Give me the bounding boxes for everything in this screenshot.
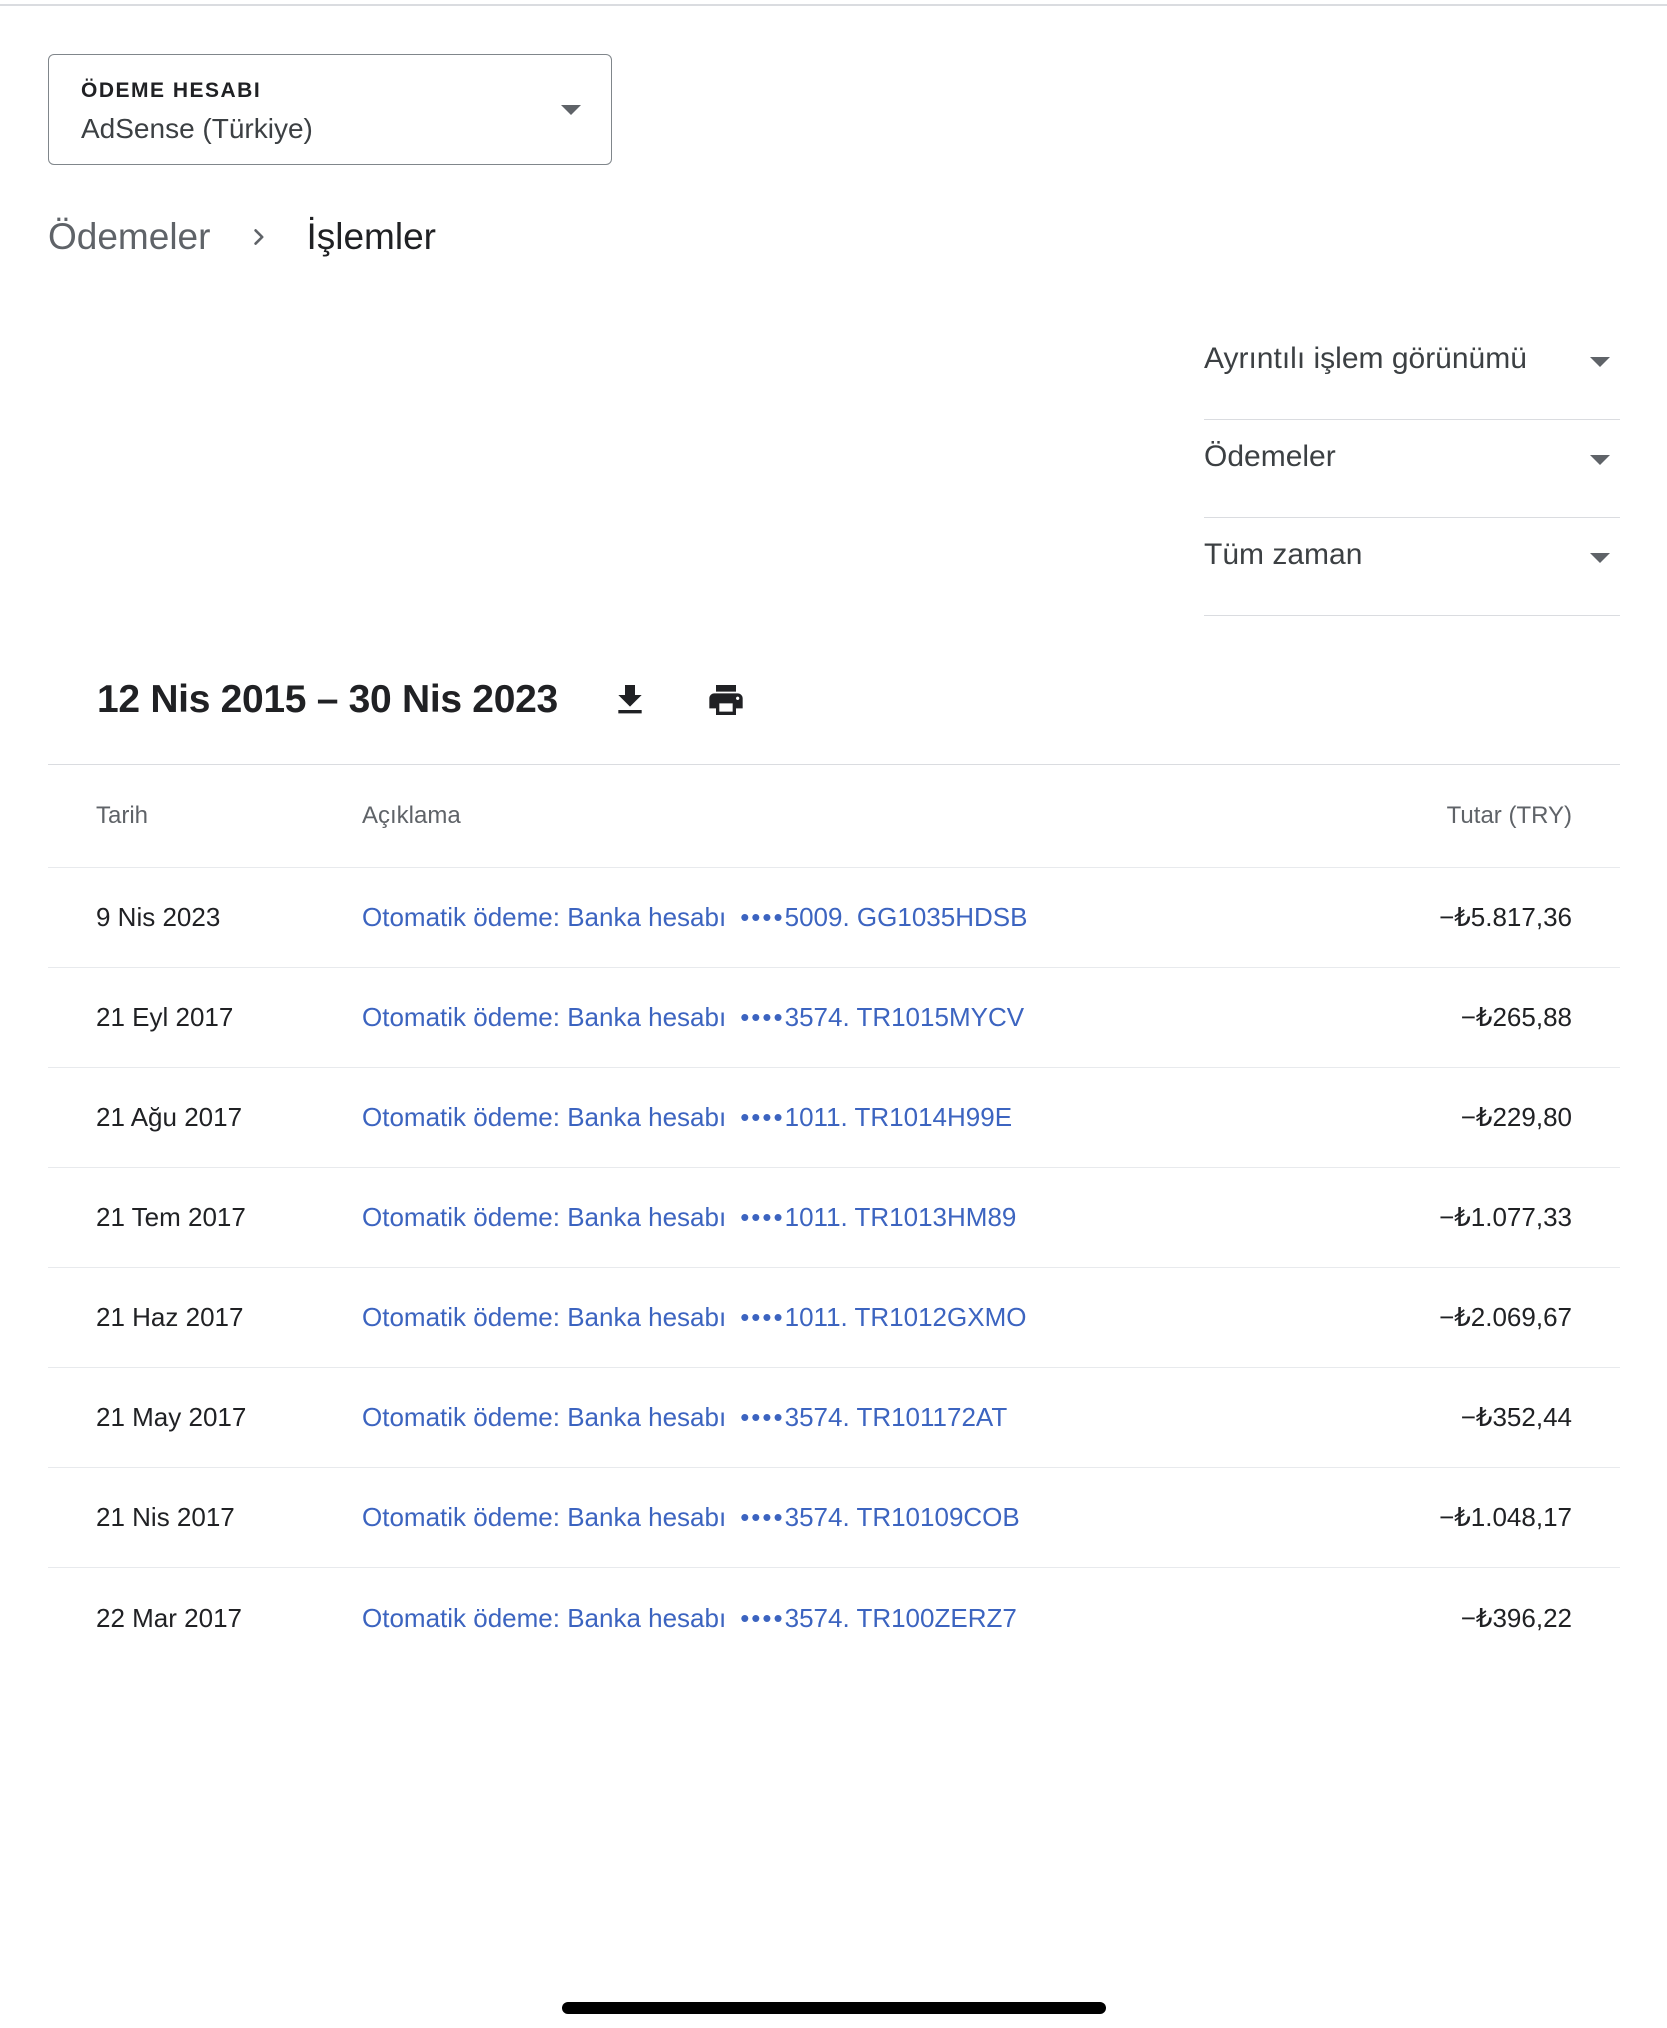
transaction-link[interactable]: Otomatik ödeme: Banka hesabı ••••1011. TR… bbox=[362, 1102, 1012, 1132]
row-date: 9 Nis 2023 bbox=[96, 902, 221, 932]
transaction-link[interactable]: Otomatik ödeme: Banka hesabı ••••1011. TR… bbox=[362, 1302, 1026, 1332]
transaction-link[interactable]: Otomatik ödeme: Banka hesabı ••••3574. TR… bbox=[362, 1502, 1020, 1532]
table-row: 21 Nis 2017 Otomatik ödeme: Banka hesabı… bbox=[48, 1468, 1620, 1568]
masked-account-dots: •••• bbox=[740, 1402, 785, 1432]
table-row: 21 Eyl 2017 Otomatik ödeme: Banka hesabı… bbox=[48, 968, 1620, 1068]
row-amount: −₺1.077,33 bbox=[1439, 1202, 1572, 1232]
transaction-type-label: Ödemeler bbox=[1204, 440, 1336, 473]
row-amount: −₺229,80 bbox=[1460, 1102, 1572, 1132]
row-description: Otomatik ödeme: Banka hesabı bbox=[362, 1002, 727, 1032]
breadcrumb: Ödemeler İşlemler bbox=[48, 212, 436, 262]
masked-account-dots: •••• bbox=[740, 1202, 785, 1232]
row-date: 21 Nis 2017 bbox=[96, 1502, 235, 1532]
column-header-amount: Tutar (TRY) bbox=[1446, 802, 1572, 829]
view-mode-label: Ayrıntılı işlem görünümü bbox=[1204, 342, 1527, 375]
masked-account-dots: •••• bbox=[740, 1002, 785, 1032]
row-amount: −₺265,88 bbox=[1460, 1002, 1572, 1032]
row-amount: −₺2.069,67 bbox=[1439, 1302, 1572, 1332]
table-row: 21 Ağu 2017 Otomatik ödeme: Banka hesabı… bbox=[48, 1068, 1620, 1168]
payment-account-value: AdSense (Türkiye) bbox=[81, 113, 313, 144]
breadcrumb-payments-link[interactable]: Ödemeler bbox=[48, 216, 210, 258]
row-amount: −₺396,22 bbox=[1460, 1602, 1572, 1633]
row-reference: 1011. TR1014H99E bbox=[784, 1102, 1013, 1132]
print-button[interactable] bbox=[700, 674, 752, 726]
date-range-label: Tüm zaman bbox=[1204, 538, 1363, 571]
dropdown-arrow-icon bbox=[1590, 455, 1610, 465]
transaction-link[interactable]: Otomatik ödeme: Banka hesabı ••••3574. TR… bbox=[362, 1402, 1007, 1432]
masked-account-dots: •••• bbox=[740, 1502, 785, 1532]
row-amount: −₺1.048,17 bbox=[1439, 1502, 1572, 1532]
chevron-right-icon bbox=[244, 222, 274, 252]
table-row: 22 Mar 2017 Otomatik ödeme: Banka hesabı… bbox=[48, 1568, 1620, 1668]
payment-account-label: ÖDEME HESABI bbox=[81, 79, 262, 102]
row-date: 21 May 2017 bbox=[96, 1402, 247, 1432]
row-reference: 3574. TR100ZERZ7 bbox=[784, 1602, 1017, 1633]
row-description: Otomatik ödeme: Banka hesabı bbox=[362, 1502, 727, 1532]
table-header: Tarih Açıklama Tutar (TRY) bbox=[48, 765, 1620, 868]
transaction-link[interactable]: Otomatik ödeme: Banka hesabı ••••3574. TR… bbox=[362, 1002, 1024, 1032]
masked-account-dots: •••• bbox=[740, 902, 785, 932]
row-reference: 1011. TR1013HM89 bbox=[784, 1202, 1017, 1232]
row-description: Otomatik ödeme: Banka hesabı bbox=[362, 1602, 727, 1633]
table-row: 9 Nis 2023 Otomatik ödeme: Banka hesabı •… bbox=[48, 868, 1620, 968]
download-icon bbox=[618, 685, 642, 714]
table-row: 21 Haz 2017 Otomatik ödeme: Banka hesabı… bbox=[48, 1268, 1620, 1368]
row-reference: 1011. TR1012GXMO bbox=[784, 1302, 1027, 1332]
filter-panel: Ayrıntılı işlem görünümü Ödemeler Tüm za… bbox=[1204, 322, 1620, 616]
row-amount: −₺5.817,36 bbox=[1439, 902, 1572, 932]
row-description: Otomatik ödeme: Banka hesabı bbox=[362, 1102, 727, 1132]
row-description: Otomatik ödeme: Banka hesabı bbox=[362, 1202, 727, 1232]
page-title: İşlemler bbox=[306, 216, 436, 257]
column-header-date: Tarih bbox=[96, 802, 149, 829]
transaction-link[interactable]: Otomatik ödeme: Banka hesabı ••••1011. TR… bbox=[362, 1202, 1016, 1232]
transaction-link[interactable]: Otomatik ödeme: Banka hesabı ••••3574. TR… bbox=[362, 1603, 1017, 1633]
row-description: Otomatik ödeme: Banka hesabı bbox=[362, 1402, 727, 1432]
row-date: 21 Ağu 2017 bbox=[96, 1102, 243, 1132]
masked-account-dots: •••• bbox=[740, 1102, 785, 1132]
download-button[interactable] bbox=[604, 674, 656, 726]
date-range-title: 12 Nis 2015 – 30 Nis 2023 bbox=[97, 678, 558, 721]
row-amount: −₺352,44 bbox=[1460, 1402, 1572, 1432]
row-date: 21 Eyl 2017 bbox=[96, 1002, 234, 1032]
dropdown-arrow-icon bbox=[1590, 553, 1610, 563]
row-date: 21 Tem 2017 bbox=[96, 1202, 246, 1232]
dropdown-arrow-icon bbox=[1590, 357, 1610, 367]
top-divider bbox=[0, 0, 1667, 6]
row-description: Otomatik ödeme: Banka hesabı bbox=[362, 902, 727, 932]
masked-account-dots: •••• bbox=[740, 1602, 785, 1633]
transaction-link[interactable]: Otomatik ödeme: Banka hesabı ••••5009. GG… bbox=[362, 902, 1027, 932]
row-reference: 3574. TR101172AT bbox=[784, 1402, 1008, 1432]
row-reference: 3574. TR10109COB bbox=[784, 1502, 1020, 1532]
row-date: 21 Haz 2017 bbox=[96, 1302, 244, 1332]
payment-account-selector[interactable]: ÖDEME HESABI AdSense (Türkiye) bbox=[48, 54, 612, 165]
row-reference: 3574. TR1015MYCV bbox=[784, 1002, 1025, 1032]
column-header-description: Açıklama bbox=[362, 802, 461, 829]
table-row: 21 Tem 2017 Otomatik ödeme: Banka hesabı… bbox=[48, 1168, 1620, 1268]
view-mode-dropdown[interactable]: Ayrıntılı işlem görünümü bbox=[1204, 322, 1620, 420]
dropdown-arrow-icon bbox=[561, 105, 581, 115]
date-range-dropdown[interactable]: Tüm zaman bbox=[1204, 518, 1620, 616]
date-range-header: 12 Nis 2015 – 30 Nis 2023 bbox=[97, 670, 752, 730]
transactions-table: Tarih Açıklama Tutar (TRY) 9 Nis 2023 Ot… bbox=[48, 764, 1620, 1668]
table-row: 21 May 2017 Otomatik ödeme: Banka hesabı… bbox=[48, 1368, 1620, 1468]
home-indicator bbox=[562, 2002, 1106, 2014]
row-date: 22 Mar 2017 bbox=[96, 1602, 242, 1633]
row-description: Otomatik ödeme: Banka hesabı bbox=[362, 1302, 727, 1332]
print-icon bbox=[709, 685, 743, 715]
transaction-type-dropdown[interactable]: Ödemeler bbox=[1204, 420, 1620, 518]
masked-account-dots: •••• bbox=[740, 1302, 785, 1332]
row-reference: 5009. GG1035HDSB bbox=[784, 902, 1028, 932]
page: ÖDEME HESABI AdSense (Türkiye) Ödemeler … bbox=[0, 0, 1667, 2028]
